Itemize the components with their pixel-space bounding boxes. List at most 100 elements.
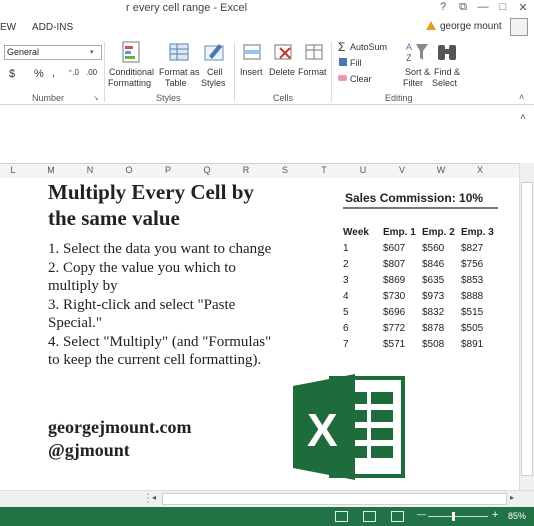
autosum-button[interactable]: AutoSum bbox=[350, 42, 387, 52]
column-header[interactable]: Q bbox=[197, 165, 217, 175]
table-cell[interactable]: 5 bbox=[343, 304, 383, 320]
table-cell[interactable]: 6 bbox=[343, 320, 383, 336]
table-cell[interactable]: $888 bbox=[461, 288, 500, 304]
column-header[interactable]: U bbox=[353, 165, 373, 175]
table-cell[interactable]: $515 bbox=[461, 304, 500, 320]
minimize-button[interactable]: — bbox=[476, 1, 490, 13]
maximize-button[interactable]: □ bbox=[496, 1, 510, 13]
scroll-left-icon[interactable]: ◂ bbox=[152, 493, 156, 502]
table-cell[interactable]: $635 bbox=[422, 272, 461, 288]
help-button[interactable]: ? bbox=[436, 1, 450, 13]
conditional-formatting-label[interactable]: Conditional bbox=[109, 67, 154, 77]
horizontal-scroll-thumb[interactable] bbox=[162, 493, 507, 505]
insert-button[interactable]: Insert bbox=[240, 67, 263, 77]
delete-button[interactable]: Delete bbox=[269, 67, 295, 77]
zoom-slider[interactable] bbox=[428, 516, 488, 517]
table-header[interactable]: Emp. 3 bbox=[461, 224, 500, 240]
table-cell[interactable]: $756 bbox=[461, 256, 500, 272]
account-name[interactable]: george mount bbox=[440, 21, 502, 32]
table-header[interactable]: Emp. 1 bbox=[383, 224, 422, 240]
vertical-scroll-thumb[interactable] bbox=[521, 182, 533, 476]
table-cell[interactable]: 7 bbox=[343, 336, 383, 352]
table-cell[interactable]: $505 bbox=[461, 320, 500, 336]
sort-filter-label-2[interactable]: Filter bbox=[403, 78, 423, 88]
cell-styles-label[interactable]: Cell bbox=[207, 67, 223, 77]
column-header[interactable]: T bbox=[314, 165, 334, 175]
table-header[interactable]: Emp. 2 bbox=[422, 224, 461, 240]
sigma-icon[interactable]: Σ bbox=[338, 40, 345, 54]
conditional-formatting-label-2[interactable]: Formatting bbox=[108, 78, 151, 88]
table-cell[interactable]: $508 bbox=[422, 336, 461, 352]
sort-filter-label[interactable]: Sort & bbox=[405, 67, 430, 77]
increase-decimal-button[interactable]: ⁺.0 bbox=[68, 68, 79, 77]
percent-style-button[interactable]: % bbox=[34, 68, 44, 80]
format-as-table-label[interactable]: Format as bbox=[159, 67, 200, 77]
delete-cells-icon[interactable] bbox=[272, 40, 294, 64]
tab-view[interactable]: EW bbox=[0, 22, 16, 33]
table-cell[interactable]: $853 bbox=[461, 272, 500, 288]
close-button[interactable]: ✕ bbox=[516, 1, 530, 14]
table-cell[interactable]: $846 bbox=[422, 256, 461, 272]
format-as-table-label-2[interactable]: Table bbox=[165, 78, 187, 88]
zoom-in-button[interactable]: + bbox=[492, 509, 498, 521]
table-cell[interactable]: $869 bbox=[383, 272, 422, 288]
collapse-ribbon-icon[interactable]: ˄ bbox=[519, 92, 524, 102]
zoom-out-button[interactable]: — bbox=[417, 509, 426, 519]
cell-styles-label-2[interactable]: Styles bbox=[201, 78, 226, 88]
column-header[interactable]: N bbox=[80, 165, 100, 175]
sort-filter-icon[interactable]: A Z bbox=[405, 40, 429, 64]
table-cell[interactable]: $696 bbox=[383, 304, 422, 320]
conditional-formatting-icon[interactable] bbox=[121, 40, 143, 64]
binoculars-icon[interactable] bbox=[436, 42, 458, 62]
column-header[interactable]: O bbox=[119, 165, 139, 175]
table-cell[interactable]: $772 bbox=[383, 320, 422, 336]
decrease-decimal-button[interactable]: .00 bbox=[86, 68, 97, 77]
comma-style-button[interactable]: , bbox=[52, 67, 55, 79]
column-header[interactable]: V bbox=[392, 165, 412, 175]
fill-button[interactable]: Fill bbox=[350, 58, 362, 68]
page-layout-view-icon[interactable] bbox=[363, 511, 376, 522]
zoom-level[interactable]: 85% bbox=[508, 511, 526, 521]
table-cell[interactable]: $571 bbox=[383, 336, 422, 352]
format-as-table-icon[interactable] bbox=[168, 40, 190, 64]
table-header[interactable]: Week bbox=[343, 224, 383, 240]
number-format-select[interactable]: General bbox=[4, 45, 102, 60]
table-cell[interactable]: $560 bbox=[422, 240, 461, 256]
ribbon-display-button[interactable]: ⧉ bbox=[456, 1, 470, 14]
table-cell[interactable]: $878 bbox=[422, 320, 461, 336]
table-cell[interactable]: $807 bbox=[383, 256, 422, 272]
table-cell[interactable]: 4 bbox=[343, 288, 383, 304]
column-header[interactable]: S bbox=[275, 165, 295, 175]
dialog-launcher-icon[interactable]: ↘ bbox=[93, 94, 99, 102]
column-header[interactable]: P bbox=[158, 165, 178, 175]
table-cell[interactable]: $827 bbox=[461, 240, 500, 256]
table-cell[interactable]: $730 bbox=[383, 288, 422, 304]
column-header[interactable]: M bbox=[41, 165, 61, 175]
expand-formula-bar-icon[interactable]: ˄ bbox=[520, 112, 526, 123]
normal-view-icon[interactable] bbox=[335, 511, 348, 522]
table-cell[interactable]: $973 bbox=[422, 288, 461, 304]
find-select-label-2[interactable]: Select bbox=[432, 78, 457, 88]
table-cell[interactable]: 1 bbox=[343, 240, 383, 256]
table-cell[interactable]: $832 bbox=[422, 304, 461, 320]
tab-add-ins[interactable]: ADD-INS bbox=[32, 22, 73, 33]
page-break-view-icon[interactable] bbox=[391, 511, 404, 522]
currency-format-button[interactable]: $ bbox=[9, 68, 15, 80]
cell-styles-icon[interactable] bbox=[203, 40, 225, 64]
format-button[interactable]: Format bbox=[298, 67, 327, 77]
format-cells-icon[interactable] bbox=[303, 40, 325, 64]
insert-cells-icon[interactable] bbox=[241, 40, 263, 64]
avatar[interactable] bbox=[510, 18, 528, 36]
column-header[interactable]: W bbox=[431, 165, 451, 175]
table-cell[interactable]: $891 bbox=[461, 336, 500, 352]
zoom-slider-handle[interactable] bbox=[452, 512, 455, 521]
chevron-down-icon[interactable]: ▾ bbox=[90, 48, 94, 56]
clear-button[interactable]: Clear bbox=[350, 74, 372, 84]
scroll-right-icon[interactable]: ▸ bbox=[510, 493, 514, 502]
table-cell[interactable]: 2 bbox=[343, 256, 383, 272]
table-cell[interactable]: $607 bbox=[383, 240, 422, 256]
column-header[interactable]: X bbox=[470, 165, 490, 175]
table-cell[interactable]: 3 bbox=[343, 272, 383, 288]
column-header[interactable]: R bbox=[236, 165, 256, 175]
column-header[interactable]: L bbox=[3, 165, 23, 175]
